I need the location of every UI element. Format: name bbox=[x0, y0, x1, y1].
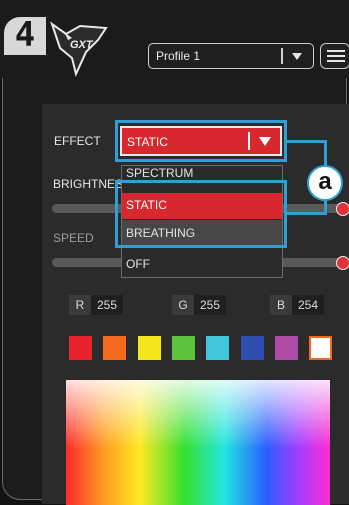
callout-marker: a bbox=[307, 165, 343, 201]
color-swatch[interactable] bbox=[309, 336, 332, 360]
speed-label: SPEED bbox=[53, 231, 94, 245]
color-swatch[interactable] bbox=[275, 336, 298, 360]
chevron-down-icon[interactable] bbox=[289, 48, 305, 64]
brightness-slider-knob[interactable] bbox=[336, 202, 349, 216]
effect-option-off[interactable]: OFF bbox=[122, 252, 282, 278]
speed-slider-knob[interactable] bbox=[336, 256, 349, 270]
color-swatch[interactable] bbox=[103, 336, 126, 360]
hamburger-icon bbox=[327, 50, 345, 52]
color-spectrum-picker[interactable] bbox=[66, 380, 330, 505]
profile-dropdown-value: Profile 1 bbox=[156, 49, 201, 63]
color-swatch[interactable] bbox=[69, 336, 92, 360]
blue-value-field[interactable]: B 254 bbox=[270, 295, 324, 315]
blue-label: B bbox=[270, 295, 292, 315]
green-value[interactable]: 255 bbox=[194, 295, 226, 315]
color-swatch[interactable] bbox=[241, 336, 264, 360]
callout-line bbox=[287, 140, 327, 143]
callout-box-options bbox=[115, 180, 287, 248]
callout-line bbox=[287, 212, 327, 215]
profile-dropdown-divider bbox=[281, 48, 283, 64]
color-swatch[interactable] bbox=[206, 336, 229, 360]
menu-button[interactable] bbox=[320, 43, 349, 69]
effect-label: EFFECT bbox=[54, 134, 101, 148]
green-value-field[interactable]: G 255 bbox=[172, 295, 226, 315]
callout-box-effect bbox=[115, 120, 287, 162]
red-value-field[interactable]: R 255 bbox=[69, 295, 123, 315]
gxt-logo-icon: GXT bbox=[50, 21, 108, 78]
color-swatch[interactable] bbox=[138, 336, 161, 360]
color-swatch[interactable] bbox=[172, 336, 195, 360]
logo-text: GXT bbox=[70, 39, 94, 51]
blue-value[interactable]: 254 bbox=[292, 295, 324, 315]
red-label: R bbox=[69, 295, 91, 315]
profile-dropdown[interactable]: Profile 1 bbox=[148, 43, 314, 69]
red-value[interactable]: 255 bbox=[91, 295, 123, 315]
step-number-badge: 4 bbox=[4, 17, 46, 55]
brightness-label: BRIGHTNESS bbox=[53, 177, 121, 191]
green-label: G bbox=[172, 295, 194, 315]
